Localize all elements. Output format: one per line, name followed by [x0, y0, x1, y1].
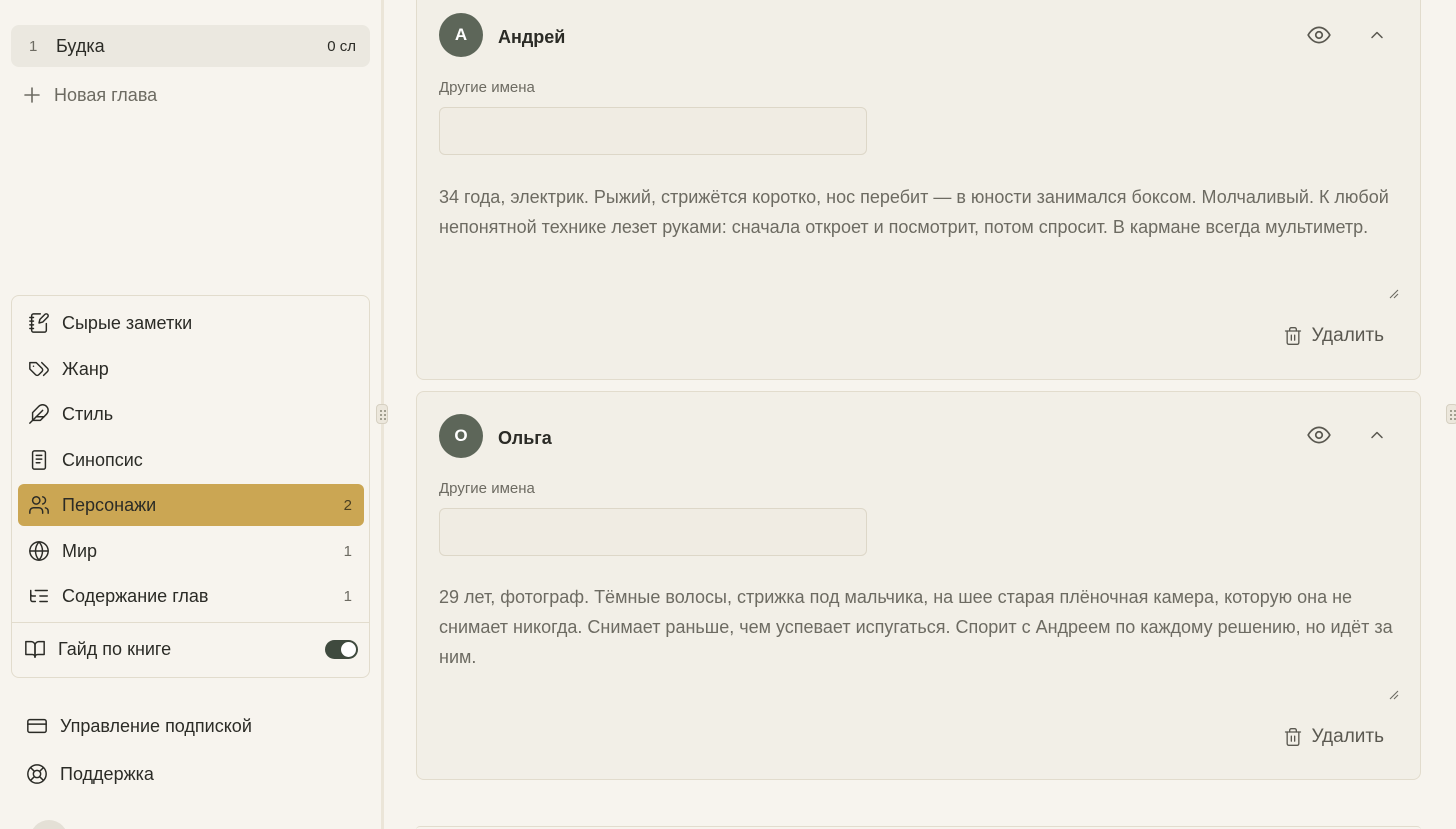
support-label: Поддержка	[60, 763, 154, 784]
life-buoy-icon	[26, 763, 48, 785]
new-chapter-button[interactable]: Новая глава	[22, 80, 157, 110]
other-names-input[interactable]	[439, 508, 867, 556]
other-names-input[interactable]	[439, 107, 867, 155]
nav-item-label: Стиль	[62, 403, 114, 424]
nav-item-chapter-contents[interactable]: Содержание глав 1	[18, 575, 364, 617]
delete-label: Удалить	[1311, 726, 1384, 747]
character-name: Ольга	[498, 428, 552, 448]
nav-item-synopsis[interactable]: Синопсис	[18, 439, 364, 481]
notebook-pen-icon	[28, 312, 50, 334]
feather-icon	[28, 403, 50, 425]
character-card: А Андрей Другие имена 34 года, электрик.…	[416, 0, 1421, 380]
other-names-label: Другие имена	[439, 79, 535, 96]
visibility-eye-icon[interactable]	[1305, 21, 1333, 49]
document-icon	[28, 449, 50, 471]
new-chapter-label: Новая глава	[54, 84, 158, 105]
nav-item-label: Персонажи	[62, 494, 157, 515]
character-description[interactable]: 29 лет, фотограф. Тёмные волосы, стрижка…	[439, 582, 1399, 672]
chapter-item[interactable]: 1 Будка 0 сл	[11, 25, 370, 67]
delete-character-button[interactable]: Удалить	[1283, 322, 1384, 350]
chapter-title: Будка	[56, 35, 105, 56]
nav-item-style[interactable]: Стиль	[18, 393, 364, 435]
character-avatar: А	[439, 13, 483, 57]
book-guide-toggle[interactable]	[325, 639, 358, 659]
user-avatar[interactable]	[30, 820, 68, 829]
sidebar-resize-handle[interactable]	[376, 404, 388, 424]
nav-item-count: 1	[343, 542, 352, 560]
manage-subscription-link[interactable]: Управление подпиской	[26, 711, 252, 741]
right-panel-resize-handle[interactable]	[1446, 404, 1456, 424]
nav-item-label: Сырые заметки	[62, 312, 193, 333]
character-description[interactable]: 34 года, электрик. Рыжий, стрижётся коро…	[439, 182, 1399, 242]
nav-divider	[12, 622, 369, 623]
delete-label: Удалить	[1311, 325, 1384, 346]
nav-item-characters[interactable]: Персонажи 2	[18, 484, 364, 526]
users-icon	[28, 494, 50, 516]
globe-icon	[28, 540, 50, 562]
chapter-word-count: 0 сл	[327, 37, 356, 55]
book-open-icon	[24, 638, 46, 660]
book-nav: Сырые заметки Жанр Стиль Синопсис Персон…	[11, 295, 370, 678]
collapse-chevron-up-icon[interactable]	[1363, 21, 1391, 49]
visibility-eye-icon[interactable]	[1305, 421, 1333, 449]
textarea-resize-handle-icon[interactable]	[1387, 286, 1399, 299]
nav-item-count: 2	[343, 496, 352, 514]
nav-item-label: Содержание глав	[62, 585, 209, 606]
tags-icon	[28, 358, 50, 380]
nav-item-genre[interactable]: Жанр	[18, 348, 364, 390]
trash-icon	[1285, 728, 1302, 746]
character-avatar: О	[439, 414, 483, 458]
support-link[interactable]: Поддержка	[26, 759, 154, 789]
trash-icon	[1285, 327, 1302, 345]
manage-subscription-label: Управление подпиской	[60, 715, 252, 736]
nav-item-world[interactable]: Мир 1	[18, 530, 364, 572]
other-names-label: Другие имена	[439, 480, 535, 497]
book-guide-row: Гайд по книге	[24, 632, 358, 666]
chapter-number: 1	[29, 37, 38, 55]
nav-item-label: Мир	[62, 540, 98, 561]
sidebar: 1 Будка 0 сл Новая глава Сырые заметки Ж…	[0, 0, 381, 829]
delete-character-button[interactable]: Удалить	[1283, 723, 1384, 751]
collapse-chevron-up-icon[interactable]	[1363, 421, 1391, 449]
plus-icon	[22, 85, 42, 105]
nav-item-label: Жанр	[62, 358, 109, 379]
toggle-knob	[341, 641, 356, 657]
character-card: О Ольга Другие имена 29 лет, фотограф. Т…	[416, 391, 1421, 780]
nav-item-count: 1	[343, 587, 352, 605]
character-name: Андрей	[498, 27, 566, 47]
nav-item-raw-notes[interactable]: Сырые заметки	[18, 302, 364, 344]
list-tree-icon	[28, 585, 50, 607]
credit-card-icon	[26, 715, 48, 737]
book-guide-label: Гайд по книге	[58, 638, 172, 659]
textarea-resize-handle-icon[interactable]	[1387, 687, 1399, 700]
nav-item-label: Синопсис	[62, 449, 143, 470]
